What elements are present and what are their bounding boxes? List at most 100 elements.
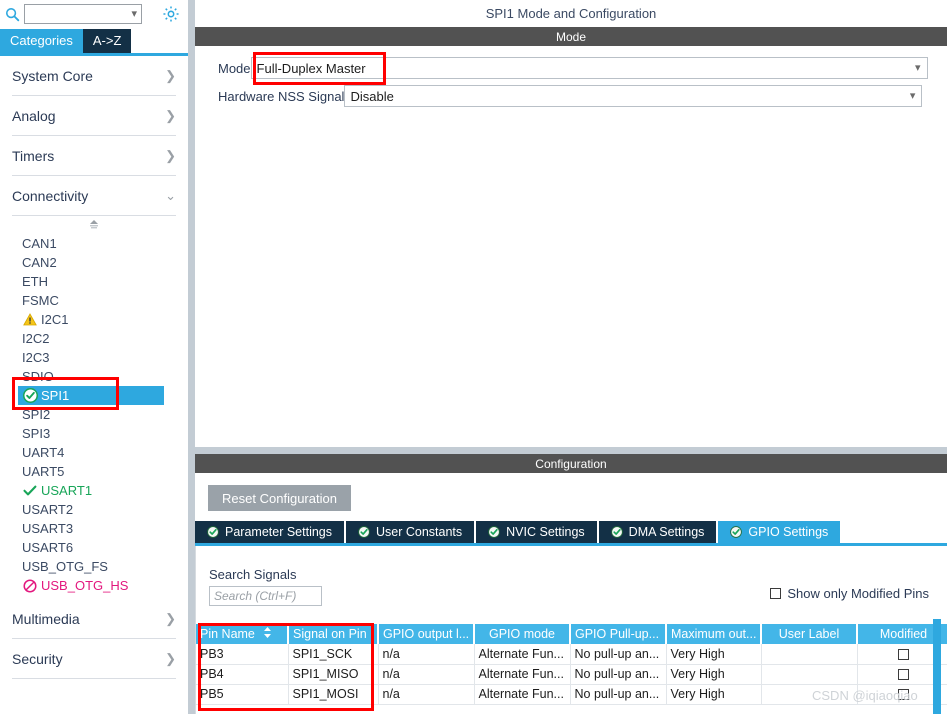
- tree-item-i2c1[interactable]: I2C1: [0, 310, 188, 329]
- vertical-splitter[interactable]: [188, 0, 195, 714]
- column-header-gpio-pull[interactable]: GPIO Pull-up...: [570, 624, 667, 644]
- cell-signal-on-pin: SPI1_MOSI: [288, 684, 379, 705]
- cell-user-label: [761, 644, 858, 665]
- tree-group-timers[interactable]: Timers ❯: [12, 136, 176, 176]
- tree-item-label: I2C3: [22, 350, 50, 365]
- table-row[interactable]: PB3 SPI1_SCK n/a Alternate Fun... No pull-up…: [196, 644, 947, 665]
- tree-item-usb_otg_fs[interactable]: USB_OTG_FS: [0, 557, 188, 576]
- signal-search-placeholder: Search (Ctrl+F): [214, 589, 297, 603]
- page-title: SPI1 Mode and Configuration: [485, 5, 657, 21]
- tab-gpio-settings[interactable]: GPIO Settings: [718, 521, 841, 543]
- tree-item-i2c3[interactable]: I2C3: [0, 348, 188, 367]
- tab-label: NVIC Settings: [506, 525, 585, 539]
- tree-item-uart4[interactable]: UART4: [0, 443, 188, 462]
- cell-user-label: [761, 664, 858, 685]
- peripheral-tree: System Core ❯ Analog ❯ Timers ❯ Connecti…: [0, 56, 188, 714]
- tree-item-usart2[interactable]: USART2: [0, 500, 188, 519]
- check-circle-icon: [207, 526, 219, 538]
- tree-item-usart6[interactable]: USART6: [0, 538, 188, 557]
- tree-group-security[interactable]: Security ❯: [12, 639, 176, 679]
- checkbox-box: [770, 588, 782, 599]
- column-header-gpio-output-level[interactable]: GPIO output l...: [378, 624, 475, 644]
- tab-nvic-settings[interactable]: NVIC Settings: [476, 521, 597, 543]
- signal-search-input[interactable]: Search (Ctrl+F): [209, 586, 322, 606]
- tree-item-label: ETH: [22, 274, 48, 289]
- configuration-section-body: Reset Configuration Parameter Settings Us…: [195, 473, 947, 714]
- cell-pin-name: PB3: [196, 644, 289, 665]
- tree-item-spi1[interactable]: SPI1: [18, 386, 164, 405]
- tab-categories[interactable]: Categories: [0, 29, 83, 53]
- tree-item-usart3[interactable]: USART3: [0, 519, 188, 538]
- tree-item-usb_otg_hs[interactable]: USB_OTG_HS: [0, 576, 188, 595]
- tab-user-constants[interactable]: User Constants: [346, 521, 475, 543]
- column-header-maximum-output[interactable]: Maximum out...: [666, 624, 762, 644]
- table-row[interactable]: PB4 SPI1_MISO n/a Alternate Fun... No pull-u…: [196, 664, 947, 685]
- tree-item-label: I2C1: [41, 312, 69, 327]
- tree-item-label: SDIO: [22, 369, 54, 384]
- tree-item-label: SPI3: [22, 426, 51, 441]
- show-modified-pins-checkbox[interactable]: Show only Modified Pins: [770, 586, 929, 601]
- chevron-down-icon: ▾: [131, 7, 137, 20]
- tree-group-analog[interactable]: Analog ❯: [12, 96, 176, 136]
- tree-group-connectivity[interactable]: Connectivity ⌄: [12, 176, 176, 216]
- check-circle-icon: [730, 526, 743, 538]
- tree-item-label: FSMC: [22, 293, 59, 308]
- modified-checkbox[interactable]: [898, 669, 909, 681]
- tree-group-system-core[interactable]: System Core ❯: [12, 56, 176, 96]
- modified-checkbox[interactable]: [898, 648, 909, 660]
- pin-table-scrollbar[interactable]: [933, 619, 941, 714]
- mode-section-header: Mode: [195, 27, 947, 46]
- cell-gpio-mode: Alternate Fun...: [474, 664, 571, 685]
- cell-gpio-pull: No pull-up an...: [570, 644, 667, 665]
- tree-item-label: SPI2: [22, 407, 51, 422]
- search-icon[interactable]: [0, 0, 24, 28]
- column-header-gpio-mode[interactable]: GPIO mode: [474, 624, 571, 644]
- tree-group-label: Analog: [12, 107, 56, 124]
- component-tree-panel: ▾ Categories A->Z System Core ❯ Analog ❯…: [0, 0, 188, 714]
- blocked-icon: [22, 578, 37, 593]
- chevron-down-icon: ▾: [915, 61, 921, 74]
- tree-item-eth[interactable]: ETH: [0, 272, 188, 291]
- column-header-signal-on-pin[interactable]: Signal on Pin: [288, 624, 379, 644]
- tab-parameter-settings[interactable]: Parameter Settings: [195, 521, 344, 543]
- chevron-right-icon: ❯: [165, 107, 176, 123]
- tab-label: User Constants: [376, 525, 463, 539]
- tree-item-label: SPI1: [41, 388, 70, 403]
- check-circle-icon: [488, 526, 500, 538]
- tree-item-sdio[interactable]: SDIO: [0, 367, 188, 386]
- tree-item-uart5[interactable]: UART5: [0, 462, 188, 481]
- tab-a-to-z[interactable]: A->Z: [82, 29, 132, 53]
- check-circle-icon: [610, 526, 623, 538]
- column-header-pin-name[interactable]: Pin Name: [196, 624, 289, 644]
- reset-configuration-button[interactable]: Reset Configuration: [208, 485, 351, 511]
- horizontal-splitter[interactable]: [195, 447, 947, 454]
- tree-item-usart1[interactable]: USART1: [0, 481, 188, 500]
- column-header-user-label[interactable]: User Label: [761, 624, 858, 644]
- cell-pin-name: PB4: [196, 664, 289, 685]
- tree-item-fsmc[interactable]: FSMC: [0, 291, 188, 310]
- tree-item-i2c2[interactable]: I2C2: [0, 329, 188, 348]
- cell-gpio-pull: No pull-up an...: [570, 664, 667, 685]
- connectivity-items: CAN1 CAN2 ETH FSMC I2C1 I2C2 I2C3 SDIO SPI1 SPI2 S…: [0, 234, 188, 595]
- tree-group-label: Multimedia: [12, 610, 80, 627]
- chevron-right-icon: ❯: [165, 650, 176, 666]
- tree-item-label: USB_OTG_HS: [41, 578, 129, 593]
- mode-field-label: Mode: [218, 60, 251, 76]
- tree-group-label: System Core: [12, 67, 93, 84]
- tree-item-label: USART1: [41, 483, 93, 498]
- tree-group-multimedia[interactable]: Multimedia ❯: [12, 599, 176, 639]
- tree-item-can2[interactable]: CAN2: [0, 253, 188, 272]
- tree-item-spi3[interactable]: SPI3: [0, 424, 188, 443]
- cell-max-output: Very High: [666, 644, 762, 665]
- search-input[interactable]: ▾: [24, 4, 142, 24]
- tree-item-label: USART2: [22, 502, 74, 517]
- tab-dma-settings[interactable]: DMA Settings: [598, 521, 717, 543]
- cell-gpio-pull: No pull-up an...: [570, 684, 667, 705]
- gear-icon[interactable]: [160, 3, 182, 25]
- tree-scroll-up-icon[interactable]: [0, 216, 188, 234]
- tree-item-can1[interactable]: CAN1: [0, 234, 188, 253]
- tree-item-spi2[interactable]: SPI2: [0, 405, 188, 424]
- nss-select[interactable]: Disable ▾: [344, 85, 923, 107]
- mode-select[interactable]: Full-Duplex Master ▾: [250, 57, 928, 79]
- chevron-right-icon: ❯: [165, 67, 176, 83]
